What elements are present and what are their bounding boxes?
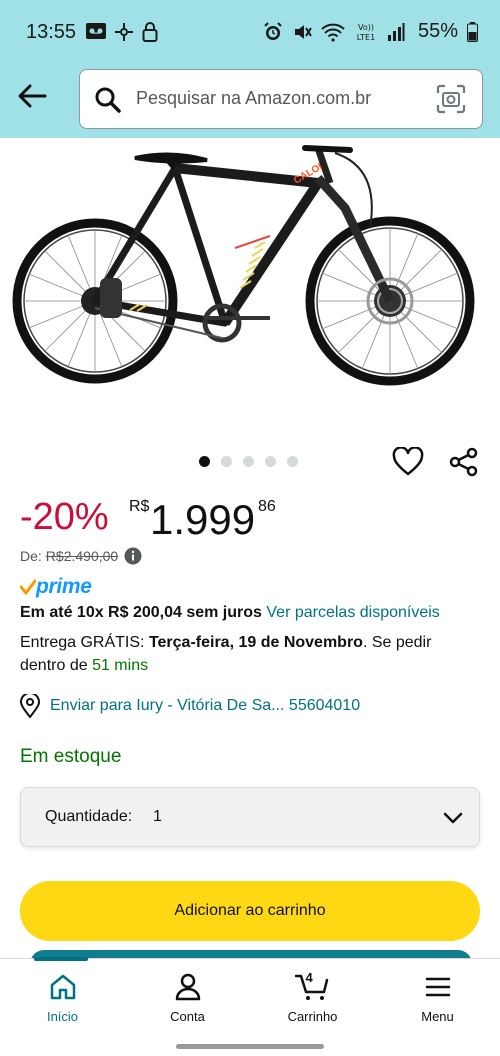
- bottom-nav: Início Conta 4 Carrinho Menu: [0, 957, 500, 1040]
- status-time: 13:55: [26, 21, 77, 43]
- carousel-dot[interactable]: [287, 456, 298, 467]
- svg-text:LTE1: LTE1: [357, 33, 375, 42]
- add-to-cart-button[interactable]: Adicionar ao carrinho: [20, 881, 480, 941]
- battery-icon: [467, 21, 478, 42]
- gear-network-icon: [114, 22, 134, 42]
- carousel-dot[interactable]: [199, 456, 210, 467]
- price-whole: 1.999: [150, 496, 256, 543]
- share-icon: [449, 447, 479, 477]
- price-currency: R$: [129, 498, 150, 515]
- quantity-label: Quantidade:: [45, 808, 133, 825]
- nav-item-cart[interactable]: 4 Carrinho: [250, 959, 375, 1040]
- arrow-left-icon: [17, 84, 47, 108]
- lock-icon: [142, 22, 158, 42]
- nav-item-home[interactable]: Início: [0, 959, 125, 1040]
- menu-icon: [424, 973, 452, 1001]
- mountain-bike-image: CALOI: [12, 145, 475, 386]
- prime-label: prime: [36, 575, 92, 598]
- installments: Em até 10x R$ 200,04 sem juros Ver parce…: [20, 604, 440, 622]
- location-pin-icon: [20, 694, 40, 718]
- home-icon: [49, 973, 77, 1001]
- app-header: 13:55 Vo)) LTE1 55% Pesquisar na Amazon.…: [0, 0, 500, 138]
- nav-active-indicator: [34, 957, 88, 961]
- home-gesture-bar[interactable]: [176, 1044, 324, 1049]
- delivery-date: Terça-feira, 19 de Novembro: [148, 634, 363, 651]
- nav-label-home: Início: [46, 1009, 79, 1024]
- delivery-countdown: 51 mins: [92, 657, 149, 674]
- image-carousel-dots[interactable]: [199, 456, 298, 467]
- nav-item-account[interactable]: Conta: [125, 959, 250, 1040]
- carousel-dot[interactable]: [265, 456, 276, 467]
- heart-icon: [392, 447, 424, 477]
- carousel-dot[interactable]: [243, 456, 254, 467]
- product-image[interactable]: CALOI: [0, 138, 500, 438]
- back-button[interactable]: [14, 80, 50, 112]
- share-button[interactable]: [449, 447, 479, 482]
- wishlist-button[interactable]: [392, 447, 424, 482]
- installments-link[interactable]: Ver parcelas disponíveis: [266, 604, 439, 621]
- ship-to-text[interactable]: Enviar para Iury - Vitória De Sa... 5560…: [50, 697, 360, 715]
- list-price: De: R$2.490,00: [20, 547, 142, 565]
- wifi-icon: [321, 22, 345, 42]
- cart-count-badge: 4: [305, 970, 313, 985]
- signal-icon: [387, 22, 405, 42]
- volte-icon: Vo)) LTE1: [354, 22, 378, 42]
- installments-text: Em até 10x R$ 200,04 sem juros: [20, 604, 262, 621]
- delivery-prefix: Entrega GRÁTIS:: [20, 634, 149, 651]
- carousel-dot[interactable]: [221, 456, 232, 467]
- nav-item-menu[interactable]: Menu: [375, 959, 500, 1040]
- alarm-icon: [263, 21, 283, 42]
- discount-percent: -20%: [20, 496, 109, 538]
- svg-text:Vo)): Vo)): [358, 23, 374, 32]
- mute-icon: [292, 22, 312, 42]
- list-price-value: R$2.490,00: [45, 548, 119, 564]
- list-price-label: De:: [20, 548, 42, 564]
- chevron-down-icon: [443, 808, 463, 828]
- battery-percent: 55%: [417, 20, 458, 42]
- price-cents: 86: [258, 498, 276, 515]
- quantity-value: 1: [153, 808, 162, 825]
- prime-check-icon: [20, 579, 36, 595]
- voicemail-icon: [86, 22, 106, 42]
- search-box[interactable]: [79, 69, 483, 129]
- search-icon: [94, 86, 122, 114]
- nav-label-menu: Menu: [421, 1009, 454, 1024]
- cart-icon: 4: [294, 970, 331, 1001]
- user-icon: [174, 973, 202, 1001]
- quantity-select[interactable]: Quantidade: 1: [20, 787, 480, 847]
- nav-label-account: Conta: [170, 1009, 205, 1024]
- prime-badge: prime: [20, 575, 92, 599]
- status-bar: 13:55 Vo)) LTE1 55%: [0, 0, 500, 64]
- stock-status: Em estoque: [20, 746, 122, 767]
- camera-scan-icon[interactable]: [436, 84, 466, 114]
- ship-to-link[interactable]: Enviar para Iury - Vitória De Sa... 5560…: [20, 694, 360, 718]
- delivery-info: Entrega GRÁTIS: Terça-feira, 19 de Novem…: [20, 631, 480, 677]
- info-icon[interactable]: [124, 547, 142, 565]
- nav-label-cart: Carrinho: [287, 1009, 338, 1024]
- search-input[interactable]: [136, 88, 426, 109]
